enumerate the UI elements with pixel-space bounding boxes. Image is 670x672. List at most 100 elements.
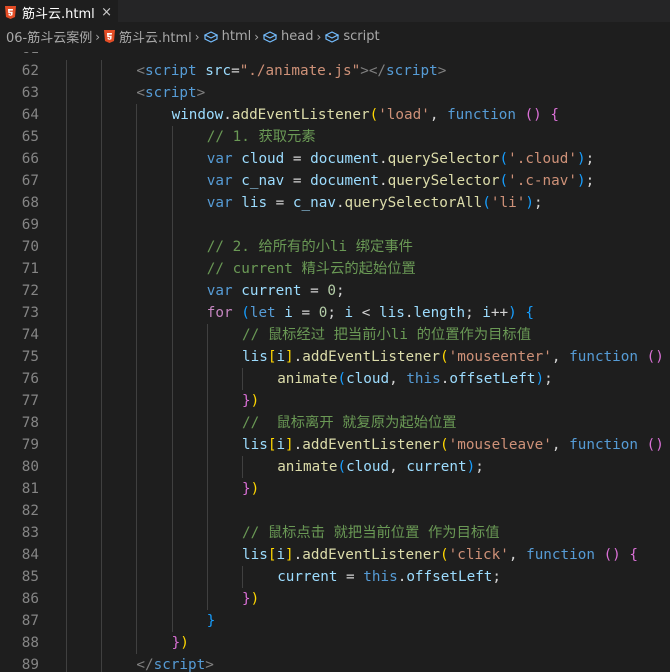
code-line[interactable]: 76 animate(cloud, this.offsetLeft); (0, 368, 670, 390)
code-token: ) (250, 591, 260, 607)
breadcrumb-item-html[interactable]: html (203, 29, 251, 44)
indent-guide (206, 324, 208, 346)
code-text: current = this.offsetLeft; (277, 566, 501, 588)
code-line[interactable]: 70 // 2. 给所有的小li 绑定事件 (0, 236, 670, 258)
code-token: length (413, 305, 466, 321)
code-token: let (249, 305, 276, 321)
code-text: }) (242, 390, 259, 412)
code-line[interactable]: 66 var cloud = document.querySelector('.c… (0, 148, 670, 170)
code-line[interactable]: 62 <script src="./animate.js"></script> (0, 60, 670, 82)
code-line[interactable]: 74 // 鼠标经过 把当前小li 的位置作为目标值 (0, 324, 670, 346)
indent-guide (136, 544, 138, 566)
indent-guide (171, 236, 173, 258)
code-line[interactable]: 75 lis[i].addEventListener('mouseenter', … (0, 346, 670, 368)
code-line[interactable]: 87} (0, 610, 670, 632)
code-token: 'li' (490, 195, 526, 211)
code-line[interactable]: 65 // 1. 获取元素 (0, 126, 670, 148)
breadcrumb: 06-筋斗云案例 › 筋斗云.html › html › head › scri… (0, 22, 670, 52)
indent-guide (136, 192, 138, 214)
line-number: 89 (21, 657, 39, 672)
indent-guide (136, 346, 138, 368)
code-token: cloud (346, 459, 390, 475)
code-token: ( (337, 459, 347, 475)
indent-guide (101, 610, 103, 632)
code-line[interactable]: 69 (0, 214, 670, 236)
code-token: querySelector (387, 173, 500, 189)
code-token: ( (499, 151, 509, 167)
code-token: ] (285, 437, 294, 453)
indent-guide (136, 148, 138, 170)
indent-guide (66, 258, 67, 280)
line-number: 85 (21, 569, 39, 585)
indent-guide (136, 434, 138, 456)
code-token: , (508, 547, 527, 563)
code-token: script (145, 85, 197, 101)
indent-guide (206, 434, 208, 456)
line-number: 83 (21, 525, 39, 541)
breadcrumb-item-head[interactable]: head (263, 29, 314, 44)
breadcrumb-item-folder[interactable]: 06-筋斗云案例 (6, 27, 92, 46)
indent-guide (101, 478, 103, 500)
code-token: ) (250, 393, 260, 409)
code-token: for (206, 305, 233, 321)
tab-file[interactable]: 筋斗云.html × (0, 0, 118, 23)
line-number: 71 (21, 261, 39, 277)
code-token: current (406, 459, 467, 475)
code-token: , (551, 437, 570, 453)
code-line[interactable]: 68 var lis = c_nav.querySelectorAll('li')… (0, 192, 670, 214)
code-line[interactable]: 71 // current 精斗云的起始位置 (0, 258, 670, 280)
indent-guide (66, 214, 67, 236)
indent-guide (66, 588, 67, 610)
indent-guide (136, 368, 138, 390)
code-line[interactable]: 84 lis[i].addEventListener('click', funct… (0, 544, 670, 566)
code-text: animate(cloud, current); (277, 456, 484, 478)
indent-guide (66, 478, 67, 500)
breadcrumb-item-script[interactable]: script (325, 29, 380, 44)
code-token: c_nav (241, 173, 285, 189)
code-line[interactable]: 72 var current = 0; (0, 280, 670, 302)
code-line[interactable]: 83 // 鼠标点击 就把当前位置 作为目标值 (0, 522, 670, 544)
code-token: () (524, 107, 542, 123)
code-token: window (171, 107, 224, 123)
code-text: }) (172, 632, 189, 654)
code-line[interactable]: 67 var c_nav = document.querySelector('.c… (0, 170, 670, 192)
indent-guide (66, 60, 67, 82)
indent-guide (136, 610, 138, 632)
code-line[interactable]: 78 // 鼠标离开 就复原为起始位置 (0, 412, 670, 434)
close-icon[interactable]: × (101, 6, 112, 19)
code-line[interactable]: 63 <script> (0, 82, 670, 104)
code-line[interactable]: 73 for (let i = 0; i < lis.length; i++) { (0, 302, 670, 324)
breadcrumb-item-file[interactable]: 筋斗云.html (104, 27, 192, 46)
code-line[interactable]: 61 (0, 52, 670, 60)
code-line[interactable]: 85 current = this.offsetLeft; (0, 566, 670, 588)
code-line[interactable]: 86}) (0, 588, 670, 610)
code-editor[interactable]: 6162<script src="./animate.js"></script>… (0, 52, 670, 672)
code-line[interactable]: 82 (0, 500, 670, 522)
code-line[interactable]: 81}) (0, 478, 670, 500)
code-token: { (525, 305, 534, 321)
indent-guide (242, 566, 243, 588)
code-line[interactable]: 88}) (0, 632, 670, 654)
indent-guide (66, 302, 67, 324)
indent-guide (171, 302, 173, 324)
code-token: } (242, 591, 251, 607)
code-token: // current 精斗云的起始位置 (206, 261, 416, 277)
code-token: ) (250, 481, 260, 497)
indent-guide (136, 566, 138, 588)
indent-guide (66, 566, 67, 588)
code-line[interactable]: 77}) (0, 390, 670, 412)
code-text: lis[i].addEventListener('click', functio… (242, 544, 638, 566)
indent-guide (171, 390, 173, 412)
code-line[interactable]: 80 animate(cloud, current); (0, 456, 670, 478)
code-token: i (284, 305, 293, 321)
indent-guide (171, 434, 173, 456)
code-token: ) (525, 195, 534, 211)
code-line[interactable]: 79 lis[i].addEventListener('mouseleave', … (0, 434, 670, 456)
code-token: 'mouseleave' (448, 437, 552, 453)
indent-guide (66, 390, 67, 412)
code-line[interactable]: 64 window.addEventListener('load', functi… (0, 104, 670, 126)
code-token: ; (475, 459, 484, 475)
indent-guide (101, 522, 103, 544)
code-line[interactable]: 89 </script> (0, 654, 670, 672)
